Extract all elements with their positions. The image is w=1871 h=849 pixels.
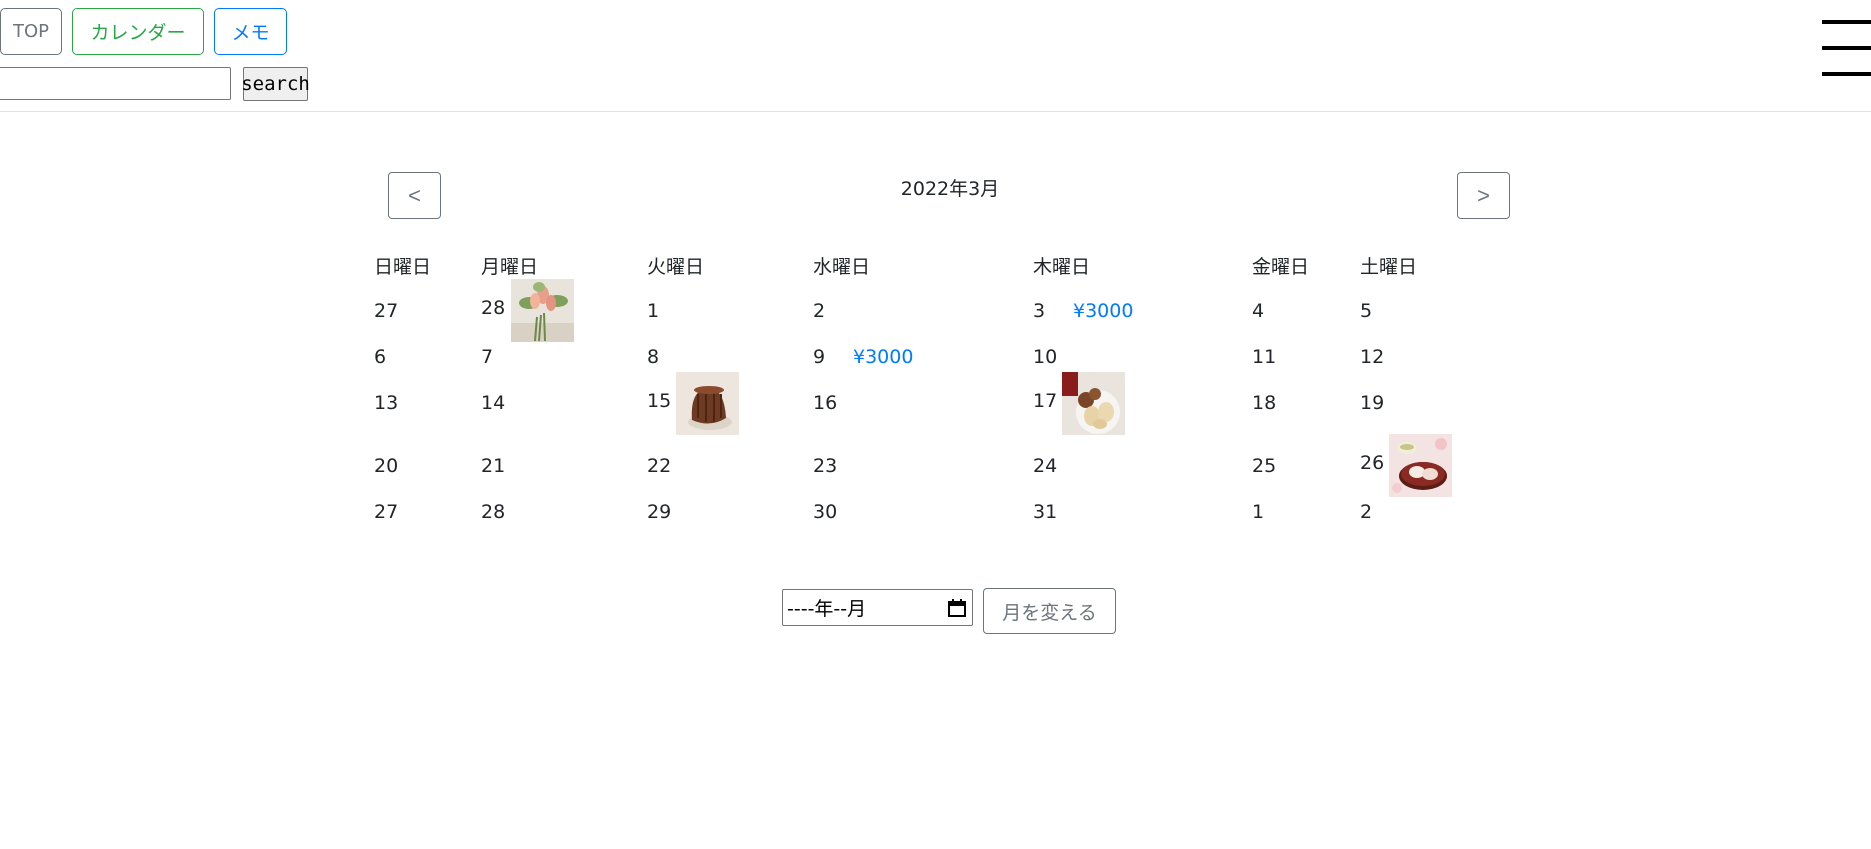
hamburger-menu-icon[interactable] [1822, 20, 1871, 80]
day-cell[interactable]: 20 [374, 455, 398, 477]
day-cell[interactable]: 15 [647, 390, 671, 412]
day-cell[interactable]: 29 [647, 501, 671, 523]
day-cell[interactable]: 6 [374, 346, 386, 368]
weekday-wednesday: 水曜日 [813, 256, 871, 278]
day-cell[interactable]: 21 [481, 455, 505, 477]
day-cell[interactable]: 8 [647, 346, 659, 368]
day-cell[interactable]: 22 [647, 455, 671, 477]
calendar-icon[interactable] [948, 599, 966, 617]
month-title: 2022年3月 [900, 178, 1000, 200]
day-cell[interactable]: 3 [1033, 300, 1045, 322]
price-label: ¥3000 [1073, 300, 1134, 322]
day-cell[interactable]: 17 [1033, 390, 1057, 412]
top-button[interactable]: TOP [0, 8, 62, 55]
day-cell[interactable]: 14 [481, 392, 505, 414]
top-header: TOP カレンダー メモ search [0, 0, 1871, 112]
day-cell[interactable]: 1 [1252, 501, 1264, 523]
change-month-button[interactable]: 月を変える [983, 588, 1116, 634]
day-cell[interactable]: 25 [1252, 455, 1276, 477]
weekday-sunday: 日曜日 [374, 256, 432, 278]
day-cell[interactable]: 10 [1033, 346, 1057, 368]
day-cell[interactable]: 30 [813, 501, 837, 523]
search-button[interactable]: search [241, 67, 310, 101]
day-cell[interactable]: 1 [647, 300, 659, 322]
day-cell[interactable]: 27 [374, 501, 398, 523]
flowers-image[interactable] [511, 279, 574, 342]
day-cell[interactable]: 19 [1360, 392, 1384, 414]
day-cell[interactable]: 5 [1360, 300, 1372, 322]
memo-button[interactable]: メモ [214, 8, 287, 55]
month-input[interactable]: ----年--月 [782, 589, 973, 626]
day-cell[interactable]: 16 [813, 392, 837, 414]
search-input[interactable] [0, 67, 231, 100]
day-cell[interactable]: 28 [481, 297, 505, 319]
day-cell[interactable]: 7 [481, 346, 493, 368]
weekday-friday: 金曜日 [1252, 256, 1310, 278]
weekday-tuesday: 火曜日 [647, 256, 705, 278]
next-month-button[interactable]: > [1457, 172, 1510, 219]
weekday-monday: 月曜日 [481, 256, 539, 278]
day-cell[interactable]: 2 [1360, 501, 1372, 523]
price-label: ¥3000 [853, 346, 914, 368]
weekday-thursday: 木曜日 [1033, 256, 1091, 278]
day-cell[interactable]: 13 [374, 392, 398, 414]
day-cell[interactable]: 18 [1252, 392, 1276, 414]
day-cell[interactable]: 23 [813, 455, 837, 477]
day-cell[interactable]: 11 [1252, 346, 1276, 368]
day-cell[interactable]: 31 [1033, 501, 1057, 523]
day-cell[interactable]: 2 [813, 300, 825, 322]
day-cell[interactable]: 26 [1360, 452, 1384, 474]
day-cell[interactable]: 4 [1252, 300, 1264, 322]
prev-month-button[interactable]: < [388, 172, 441, 219]
wagashi-image[interactable] [1389, 434, 1452, 497]
cookies-image[interactable] [1062, 372, 1125, 435]
day-cell[interactable]: 24 [1033, 455, 1057, 477]
canele-image[interactable] [676, 372, 739, 435]
day-cell[interactable]: 9 [813, 346, 825, 368]
day-cell[interactable]: 12 [1360, 346, 1384, 368]
day-cell[interactable]: 27 [374, 300, 398, 322]
calendar-button[interactable]: カレンダー [72, 8, 204, 55]
day-cell[interactable]: 28 [481, 501, 505, 523]
month-input-value: ----年--月 [787, 598, 867, 620]
weekday-saturday: 土曜日 [1360, 256, 1418, 278]
